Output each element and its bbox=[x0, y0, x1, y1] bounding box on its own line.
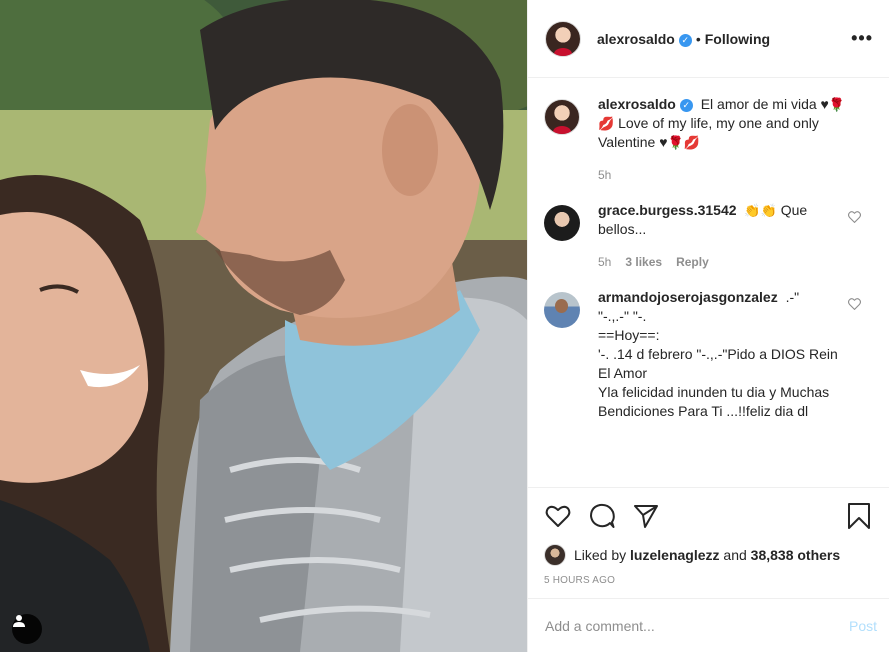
caption-comment: alexrosaldo ✓ El amor de mi vida ♥🌹 💋 Lov… bbox=[544, 95, 873, 185]
kiss-emoji-icon: 💋 bbox=[683, 135, 700, 150]
bookmark-icon[interactable] bbox=[845, 502, 873, 530]
commenter-username[interactable]: alexrosaldo ✓ bbox=[598, 96, 693, 112]
comment-text: Love of my life, my one and only Valenti… bbox=[598, 115, 819, 150]
likes-summary: Liked by luzelenaglezz and 38,838 others bbox=[544, 544, 873, 566]
paper-plane-icon[interactable] bbox=[632, 502, 660, 530]
owner-avatar[interactable] bbox=[545, 20, 581, 57]
comment-age: 5h bbox=[598, 168, 612, 182]
commenter-username[interactable]: armandojoserojasgonzalez bbox=[598, 289, 778, 305]
comment-input[interactable] bbox=[545, 617, 849, 634]
photo-illustration bbox=[0, 0, 527, 652]
separator-dot: • bbox=[695, 30, 701, 47]
comment-text: .-" "-.,.-" "-. ==Hoy==: '-. .14 d febre… bbox=[598, 289, 838, 419]
comment-item: grace.burgess.31542 👏👏 Que bellos... 5h … bbox=[544, 201, 873, 272]
commenter-avatar[interactable] bbox=[544, 292, 580, 328]
likes-prefix: Liked by bbox=[574, 547, 627, 563]
comment-like-heart-icon[interactable] bbox=[848, 211, 861, 223]
post-photo[interactable] bbox=[0, 0, 527, 652]
post-panel: alexrosaldo ✓ • Following ••• alexrosaldo… bbox=[527, 0, 889, 652]
post-actions: Liked by luzelenaglezz and 38,838 others… bbox=[528, 487, 889, 586]
reply-button[interactable]: Reply bbox=[676, 253, 709, 272]
action-bar bbox=[544, 500, 873, 532]
person-icon bbox=[13, 615, 25, 627]
comment-meta: 5h 3 likes Reply bbox=[598, 253, 847, 272]
verified-badge-icon: ✓ bbox=[678, 33, 692, 47]
comment-meta: 5h bbox=[598, 166, 847, 185]
comment-like-heart-icon[interactable] bbox=[848, 298, 861, 310]
post-timestamp: 5 HOURS AGO bbox=[544, 575, 616, 586]
rose-emoji-icon: 🌹 bbox=[828, 97, 846, 112]
commenter-avatar[interactable] bbox=[544, 99, 580, 135]
verified-badge-icon: ✓ bbox=[679, 99, 693, 112]
user-tag-icon[interactable] bbox=[12, 614, 42, 644]
likes-conj: and bbox=[723, 547, 747, 563]
likes-count[interactable]: 38,838 others bbox=[751, 547, 841, 563]
kiss-emoji-icon: 💋 bbox=[598, 116, 615, 131]
liker-username[interactable]: luzelenaglezz bbox=[630, 547, 719, 563]
comment-age: 5h bbox=[598, 255, 612, 269]
owner-username[interactable]: alexrosaldo ✓ bbox=[597, 31, 692, 47]
clap-emoji-icon: 👏 bbox=[760, 203, 777, 218]
comment-likes[interactable]: 3 likes bbox=[625, 253, 662, 272]
comment-item: armandojoserojasgonzalez .-" "-.,.-" "-.… bbox=[544, 288, 873, 421]
rose-emoji-icon: 🌹 bbox=[667, 135, 684, 150]
commenter-avatar[interactable] bbox=[544, 205, 580, 241]
comment-icon[interactable] bbox=[588, 502, 616, 530]
clap-emoji-icon: 👏 bbox=[744, 203, 761, 218]
more-options-icon[interactable]: ••• bbox=[851, 28, 873, 49]
commenter-username[interactable]: grace.burgess.31542 bbox=[598, 202, 737, 218]
post-button[interactable]: Post bbox=[849, 618, 877, 634]
post-header: alexrosaldo ✓ • Following ••• bbox=[528, 0, 889, 78]
liker-avatar[interactable] bbox=[544, 544, 566, 566]
add-comment-bar: Post bbox=[528, 598, 889, 652]
comments-list[interactable]: alexrosaldo ✓ El amor de mi vida ♥🌹 💋 Lov… bbox=[528, 79, 889, 487]
following-button[interactable]: Following bbox=[705, 31, 770, 47]
heart-icon[interactable] bbox=[544, 502, 572, 530]
comment-text: El amor de mi vida ♥ bbox=[700, 96, 829, 112]
